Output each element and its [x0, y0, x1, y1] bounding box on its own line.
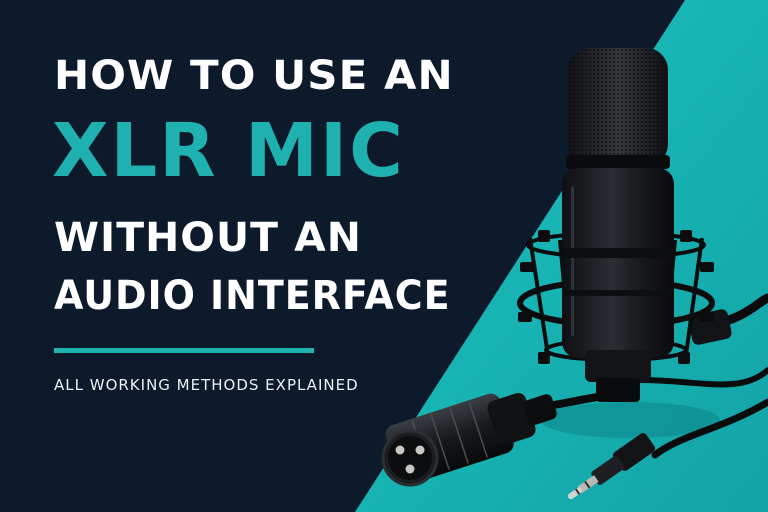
microphone-icon	[562, 48, 674, 402]
headline-line-3: WITHOUT AN	[54, 215, 362, 261]
headline-line-1: HOW TO USE AN	[54, 53, 454, 99]
xlr-face	[381, 429, 439, 487]
headline-line-2: XLR MIC	[52, 108, 405, 194]
accent-divider	[54, 348, 314, 353]
subtitle: ALL WORKING METHODS EXPLAINED	[54, 376, 359, 394]
thumbnail-canvas: HOW TO USE AN XLR MIC WITHOUT AN AUDIO I…	[0, 0, 768, 512]
headline-line-4: AUDIO INTERFACE	[54, 273, 451, 319]
